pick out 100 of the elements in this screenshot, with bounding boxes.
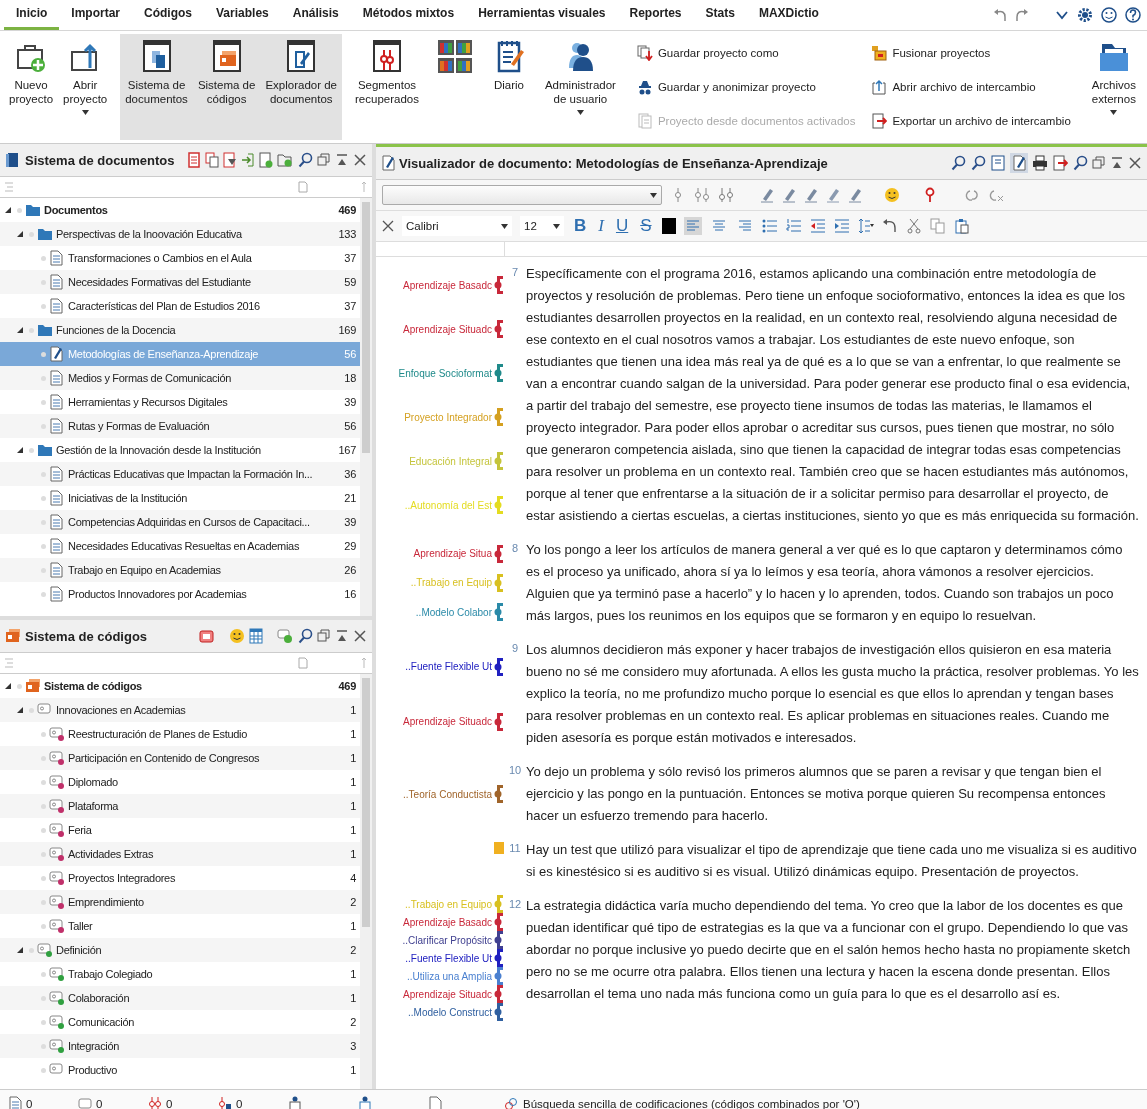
code-label[interactable]: Aprendizaje Situadc	[403, 988, 492, 1000]
count: 133	[337, 228, 356, 240]
format-button[interactable]: B	[572, 216, 589, 236]
ribbon-button[interactable]: Archivos externos	[1086, 34, 1141, 140]
tree-item[interactable]: Herramientas y Recursos Digitales 39	[0, 390, 360, 414]
format-button[interactable]: S	[638, 216, 654, 236]
tree-item[interactable]: Emprendimiento 2	[0, 890, 360, 914]
count: 0	[166, 1097, 173, 1109]
tree-item[interactable]: Documentos 469	[0, 198, 360, 222]
format-button[interactable]: U	[613, 216, 631, 236]
menu-tab[interactable]: Métodos mixtos	[350, 6, 467, 30]
tree-item[interactable]: Necesidades Formativas del Estudiante 59	[0, 270, 360, 294]
count: 469	[337, 204, 356, 216]
code-label[interactable]: Enfoque Socioformat	[398, 367, 492, 379]
ribbon-button[interactable]: Guardar proyecto como	[634, 43, 858, 63]
ribbon-button[interactable]: Segmentos recuperados	[350, 34, 424, 140]
menu-tab[interactable]: Stats	[693, 6, 747, 30]
tree-item[interactable]: Actividades Extras 1	[0, 842, 360, 866]
count: 16	[343, 588, 356, 600]
ribbon-button[interactable]: Guardar y anonimizar proyecto	[634, 77, 858, 97]
code-label[interactable]: Aprendizaje Situadc	[403, 323, 492, 335]
font-size-select[interactable]: 12	[520, 216, 564, 236]
code-label[interactable]: ..Teoría Conductista	[403, 788, 492, 800]
format-button[interactable]: I	[596, 216, 606, 236]
menu-tab[interactable]: Códigos	[132, 6, 205, 30]
code-label[interactable]: ..Clarificar Propósitc	[402, 934, 492, 946]
paragraph-text: Yo dejo un problema y sólo revisó los primeros alumnos que se paren a revisar y que tengan bien el ejercicio y las pongo en la puntuación. Entonces se motiva porque quieren Su recompensa entonces hacer un esfuerzo tremendo para hacerlo.	[526, 763, 1107, 825]
count: 26	[343, 564, 356, 576]
menu-tab[interactable]: Inicio	[4, 6, 60, 30]
tree-item[interactable]: Diplomado 1	[0, 770, 360, 794]
code-label[interactable]: Aprendizaje Situa	[413, 548, 492, 560]
ribbon-button[interactable]: Exportar un archivo de intercambio	[869, 111, 1073, 131]
panel-title: Sistema de documentos	[25, 152, 175, 168]
count: 1	[349, 920, 356, 932]
paragraph-number: 12	[508, 898, 522, 910]
count: 1	[349, 728, 356, 740]
count: 167	[337, 444, 356, 456]
ribbon-button[interactable]: Fusionar proyectos	[869, 43, 1073, 63]
ribbon-button[interactable]: Sistema de documentos	[120, 34, 193, 140]
tree-item[interactable]: Integración 3	[0, 1034, 360, 1058]
tree-item[interactable]: Transformaciones o Cambios en el Aula 37	[0, 246, 360, 270]
paragraph-text: Los alumnos decidieron más exponer y hacer trabajos de investigación ellos quisieron en esa materia bueno no sé me considero muy afortunada. A ellos les gusta mucho la práctica, resolver problemas. Yo les explico la teoría, no me profundizo mucho porque lo esencial es que ellos lo aprendan y tengan bases para resolver problemas en un contexto real. Es aplicar problemas en situaciones reales. Cuando me piden asesoría es porque están motivados e interesados.	[526, 641, 1140, 747]
count: 18	[343, 372, 356, 384]
ribbon-button[interactable]: Abrir archivo de intercambio	[869, 77, 1073, 97]
ribbon-button[interactable]: Abrir proyecto	[58, 34, 113, 140]
tree-item[interactable]: Rutas y Formas de Evaluación 56	[0, 414, 360, 438]
tree-item[interactable]: Proyectos Integradores 4	[0, 866, 360, 890]
count: 21	[343, 492, 356, 504]
tree-item[interactable]: Medios y Formas de Comunicación 18	[0, 366, 360, 390]
tree-item[interactable]: Plataforma 1	[0, 794, 360, 818]
ribbon-button[interactable]: Sistema de códigos	[192, 34, 261, 140]
tree-item[interactable]: Competencias Adquiridas en Cursos de Capacitaci... 39	[0, 510, 360, 534]
menu-tab[interactable]: Variables	[204, 6, 281, 30]
count: 169	[337, 324, 356, 336]
count: 39	[343, 396, 356, 408]
tree-item[interactable]: Colaboración 1	[0, 986, 360, 1010]
menu-tab[interactable]: Herramientas visuales	[466, 6, 618, 30]
tree-item[interactable]: Gestión de la Innovación desde la Institución 167	[0, 438, 360, 462]
tree-item[interactable]: Características del Plan de Estudios 2016 37	[0, 294, 360, 318]
menu-tab[interactable]: MAXDictio	[746, 6, 831, 30]
tree-item[interactable]: Perspectivas de la Inoovación Educativa 133	[0, 222, 360, 246]
tree-item[interactable]: Trabajo Colegiado 1	[0, 962, 360, 986]
tree-item[interactable]: Sistema de códigos 469	[0, 674, 360, 698]
tree-item[interactable]: Trabajo en Equipo en Academias 26	[0, 558, 360, 582]
code-label[interactable]: Aprendizaje Basadc	[403, 916, 492, 928]
code-label[interactable]: ..Modelo Construct	[408, 1006, 492, 1018]
count: 3	[349, 1040, 356, 1052]
code-label[interactable]: ..Fuente Flexible Ut	[405, 661, 492, 672]
tree-item[interactable]: Productos Innovadores por Academias 16	[0, 582, 360, 606]
tree-item[interactable]: Participación en Contenido de Congresos 1	[0, 746, 360, 770]
paragraph-number: 7	[511, 266, 519, 278]
ribbon-button[interactable]: Nuevo proyecto	[4, 34, 59, 140]
menu-tab[interactable]: Importar	[59, 6, 133, 30]
tree-item[interactable]: Definición 2	[0, 938, 360, 962]
code-label[interactable]: Aprendizaje Situadc	[403, 716, 492, 727]
tree-item[interactable]: Comunicación 2	[0, 1010, 360, 1034]
tree-item[interactable]: Reestructuración de Planes de Estudio 1	[0, 722, 360, 746]
count: 1	[349, 824, 356, 836]
panel-title: Sistema de códigos	[25, 628, 148, 644]
code-label[interactable]: ..Fuente Flexible Ut	[405, 952, 492, 964]
tree-item[interactable]: Funciones de la Docencia 169	[0, 318, 360, 342]
code-label[interactable]: ..Utiliza una Amplia	[406, 970, 492, 982]
menu-tab[interactable]: Reportes	[617, 6, 694, 30]
ribbon-button[interactable]: Diario	[485, 34, 532, 140]
font-select[interactable]: Calibri	[402, 216, 512, 236]
code-label[interactable]: ..Modelo Colabor	[415, 606, 492, 618]
count: 1	[349, 992, 356, 1004]
ribbon-button[interactable]: Explorador de documentos	[260, 34, 342, 140]
menu-tab[interactable]: Análisis	[280, 6, 351, 30]
tree-item[interactable]: Taller 1	[0, 914, 360, 938]
tree-item[interactable]: Prácticas Educativas que Impactan la Formación In... 36	[0, 462, 360, 486]
code-label[interactable]: Aprendizaje Basadc	[403, 279, 492, 291]
count: 39	[343, 516, 356, 528]
tree-item[interactable]: Productivo 1	[0, 1058, 360, 1082]
ribbon-button[interactable]: Administrador de usuario	[539, 34, 621, 140]
tree-item[interactable]: Necesidades Educativas Resueltas en Academias 29	[0, 534, 360, 558]
tree-item[interactable]: Feria 1	[0, 818, 360, 842]
tree-item[interactable]: Innovaciones en Academias 1	[0, 698, 360, 722]
count: 1	[349, 1064, 356, 1076]
tree-item[interactable]: Iniciativas de la Institución 21	[0, 486, 360, 510]
